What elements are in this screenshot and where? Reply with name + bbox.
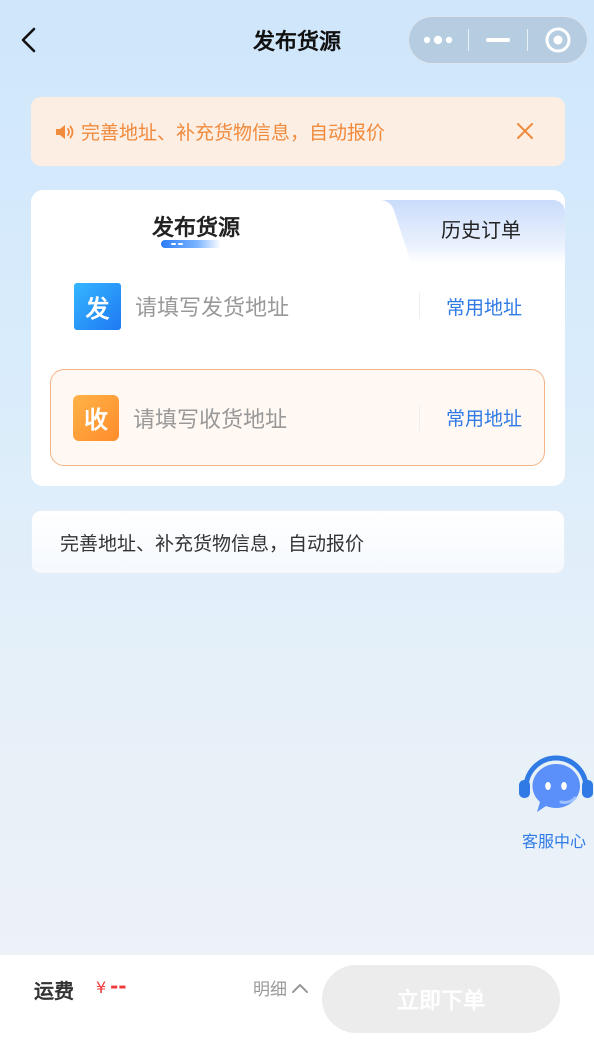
- chevron-up-icon: [292, 983, 308, 993]
- customer-service-button[interactable]: 客服中心: [516, 752, 594, 852]
- bottom-bar: 运费 ¥ -- 明细 立即下单: [0, 955, 594, 1050]
- customer-service-icon: [519, 755, 593, 812]
- tip-text: 完善地址、补充货物信息，自动报价: [60, 532, 365, 555]
- tab-history[interactable]: 历史订单: [411, 214, 551, 243]
- address-card: 发布货源 历史订单 发 请填写发货地址 常用地址 收 请填写收货地址 常用地址: [31, 190, 565, 486]
- receiver-address-row[interactable]: 收 请填写收货地址 常用地址: [50, 369, 545, 466]
- notice-text: 完善地址、补充货物信息，自动报价: [81, 122, 386, 144]
- divider: [418, 293, 420, 319]
- fee-label: 运费: [34, 979, 74, 1003]
- close-circle-icon[interactable]: [528, 17, 587, 63]
- receiver-common-address-link[interactable]: 常用地址: [446, 404, 522, 431]
- fee-detail-label: 明细: [253, 980, 287, 1000]
- fee-detail-toggle[interactable]: 明细: [253, 975, 309, 1000]
- divider: [418, 404, 420, 431]
- minimize-icon[interactable]: [469, 17, 528, 63]
- submit-order-button[interactable]: 立即下单: [322, 965, 560, 1033]
- sender-common-address-link[interactable]: 常用地址: [446, 293, 522, 320]
- tab-indicator: [161, 240, 221, 248]
- receiver-address-input[interactable]: 请填写收货地址: [133, 402, 419, 434]
- receiver-badge: 收: [73, 394, 119, 441]
- fee-value: --: [110, 974, 127, 998]
- customer-service-label: 客服中心: [521, 832, 586, 851]
- sender-address-row[interactable]: 发 请填写发货地址 常用地址: [31, 258, 565, 354]
- nav-bar: 发布货源: [0, 0, 594, 82]
- sender-badge: 发: [74, 282, 121, 330]
- sender-address-input[interactable]: 请填写发货地址: [135, 290, 419, 322]
- speaker-icon: [56, 124, 74, 139]
- close-icon[interactable]: [515, 121, 535, 141]
- more-dots-icon[interactable]: [409, 17, 468, 63]
- tab-publish-label: 发布货源: [151, 216, 240, 241]
- tip-bar: 完善地址、补充货物信息，自动报价: [31, 510, 565, 574]
- notice-bar: 完善地址、补充货物信息，自动报价: [31, 97, 565, 166]
- mini-program-capsule: [408, 16, 588, 64]
- currency-symbol: ¥: [96, 978, 107, 997]
